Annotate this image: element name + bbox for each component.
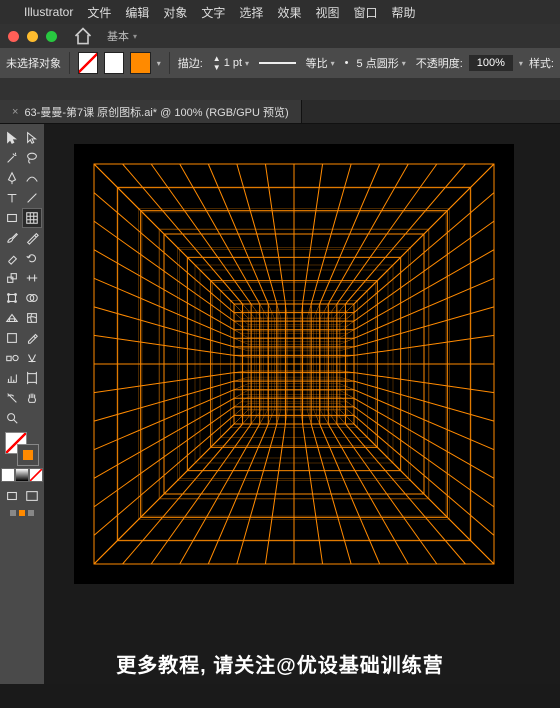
eyedropper-tool[interactable]	[22, 328, 42, 348]
opacity-field[interactable]: 100%	[469, 55, 513, 71]
screen-mode-normal[interactable]	[2, 486, 22, 506]
chevron-down-icon[interactable]: ▾	[519, 59, 523, 68]
document-tab[interactable]: × 63-曼曼-第7课 原创图标.ai* @ 100% (RGB/GPU 预览)	[0, 100, 302, 123]
menu-object[interactable]: 对象	[163, 4, 187, 21]
document-title: 63-曼曼-第7课 原创图标.ai* @ 100% (RGB/GPU 预览)	[24, 104, 288, 120]
fill-swatch[interactable]	[78, 52, 98, 74]
color-mode-solid[interactable]	[1, 468, 15, 482]
home-icon[interactable]	[73, 27, 93, 45]
color-mode-none[interactable]	[29, 468, 43, 482]
rectangle-tool[interactable]	[2, 208, 22, 228]
window-zoom-icon[interactable]	[46, 31, 57, 42]
stroke-color-swatch[interactable]	[130, 52, 150, 74]
stroke-label: 描边:	[178, 55, 203, 71]
control-bar: 未选择对象 ▾ 描边: ▲▼ 1 pt ▾ 等比 ▾ • 5 点圆形 ▾ 不透明…	[0, 48, 560, 78]
menu-file[interactable]: 文件	[87, 4, 111, 21]
rotate-tool[interactable]	[22, 248, 42, 268]
blend-tool[interactable]	[2, 348, 22, 368]
style-label: 样式:	[529, 55, 554, 71]
artboard-tool[interactable]	[22, 368, 42, 388]
menu-type[interactable]: 文字	[201, 4, 225, 21]
profile-dropdown[interactable]: 等比 ▾	[302, 55, 339, 71]
caption-text: 更多教程, 请关注@优设基础训练营	[0, 649, 560, 678]
menu-window[interactable]: 窗口	[353, 4, 377, 21]
gradient-tool[interactable]	[2, 328, 22, 348]
app-name[interactable]: Illustrator	[24, 5, 73, 19]
menu-help[interactable]: 帮助	[391, 4, 415, 21]
color-mode-row	[1, 468, 43, 482]
menu-select[interactable]: 选择	[239, 4, 263, 21]
curvature-tool[interactable]	[22, 168, 42, 188]
opacity-label: 不透明度:	[416, 55, 463, 71]
mac-menubar: Illustrator 文件 编辑 对象 文字 选择 效果 视图 窗口 帮助	[0, 0, 560, 24]
chevron-down-icon: ▾	[402, 59, 406, 68]
screen-mode-full[interactable]	[22, 486, 42, 506]
perspective-tool[interactable]	[2, 308, 22, 328]
tools-panel	[0, 124, 44, 684]
chevron-down-icon: ▾	[245, 59, 249, 68]
magic-wand-tool[interactable]	[2, 148, 22, 168]
chevron-down-icon: ▾	[331, 59, 335, 68]
sub-bar	[0, 78, 560, 100]
pen-tool[interactable]	[2, 168, 22, 188]
grid-tool[interactable]	[22, 208, 42, 228]
brush-label: 5 点圆形	[357, 55, 399, 71]
stroke-color-swatch[interactable]	[17, 444, 39, 466]
close-tab-icon[interactable]: ×	[12, 106, 18, 118]
workspace-switcher[interactable]: 基本 ▾	[107, 28, 137, 44]
window-titlebar: 基本 ▾	[0, 24, 560, 48]
document-tabs: × 63-曼曼-第7课 原创图标.ai* @ 100% (RGB/GPU 预览)	[0, 100, 560, 124]
blank-tool	[22, 408, 42, 428]
symbol-tool[interactable]	[22, 348, 42, 368]
window-minimize-icon[interactable]	[27, 31, 38, 42]
brush-dropdown[interactable]: 5 点圆形 ▾	[353, 55, 410, 71]
stroke-profile-preview[interactable]	[259, 62, 296, 64]
fill-stroke-swatches[interactable]	[5, 432, 39, 466]
chevron-down-icon[interactable]: ▾	[157, 59, 161, 68]
pencil-tool[interactable]	[22, 228, 42, 248]
hand-tool[interactable]	[22, 388, 42, 408]
artboard[interactable]	[74, 144, 514, 584]
slice-tool[interactable]	[2, 388, 22, 408]
free-transform-tool[interactable]	[2, 288, 22, 308]
mesh-tool[interactable]	[22, 308, 42, 328]
stroke-weight-field[interactable]: ▲▼ 1 pt ▾	[209, 54, 253, 72]
window-close-icon[interactable]	[8, 31, 19, 42]
scale-tool[interactable]	[2, 268, 22, 288]
line-tool[interactable]	[22, 188, 42, 208]
paintbrush-tool[interactable]	[2, 228, 22, 248]
direct-selection-tool[interactable]	[22, 128, 42, 148]
workspace-label: 基本	[107, 28, 129, 44]
stroke-swatch[interactable]	[104, 52, 124, 74]
selection-status: 未选择对象	[6, 55, 61, 71]
chevron-down-icon: ▾	[133, 32, 137, 41]
menu-edit[interactable]: 编辑	[125, 4, 149, 21]
eraser-tool[interactable]	[2, 248, 22, 268]
lasso-tool[interactable]	[22, 148, 42, 168]
width-tool[interactable]	[22, 268, 42, 288]
graph-tool[interactable]	[2, 368, 22, 388]
type-tool[interactable]	[2, 188, 22, 208]
stroke-weight-value: 1 pt	[224, 57, 242, 69]
color-mode-gradient[interactable]	[15, 468, 29, 482]
edit-mode-dots[interactable]	[10, 510, 34, 516]
canvas[interactable]	[44, 124, 560, 684]
menu-effect[interactable]: 效果	[277, 4, 301, 21]
zoom-tool[interactable]	[2, 408, 22, 428]
selection-tool[interactable]	[2, 128, 22, 148]
profile-label: 等比	[306, 55, 328, 71]
shape-builder-tool[interactable]	[22, 288, 42, 308]
menu-view[interactable]: 视图	[315, 4, 339, 21]
